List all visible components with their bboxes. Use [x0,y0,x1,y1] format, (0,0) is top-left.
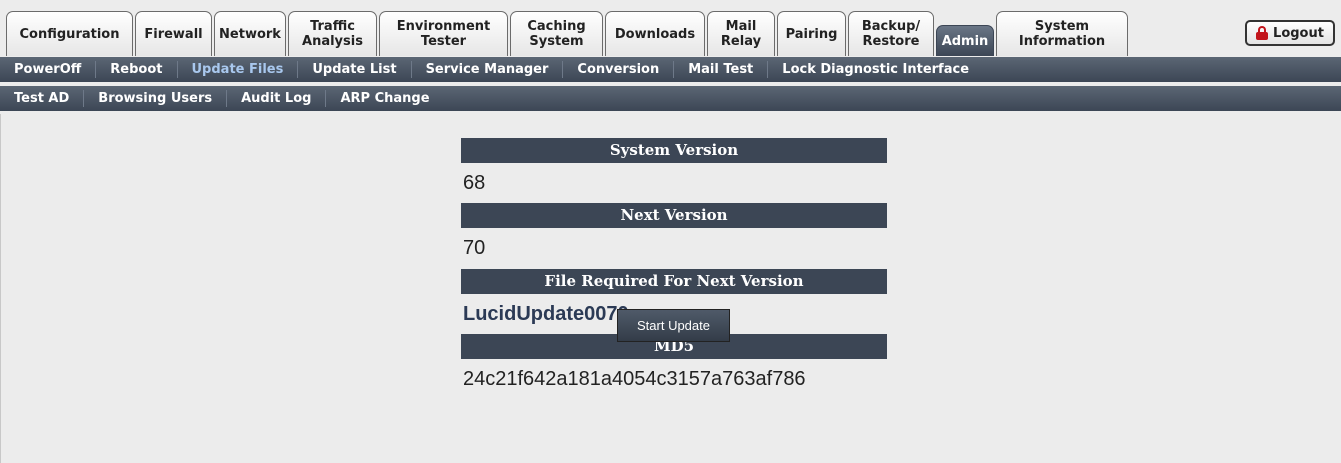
tab-configuration[interactable]: Configuration [6,11,133,56]
tab-environment-tester[interactable]: Environment Tester [379,11,508,56]
lock-icon [1256,26,1269,40]
next-version-value: 70 [463,237,486,259]
top-tab-bar: Configuration Firewall Network Traffic A… [0,0,1341,56]
tab-downloads[interactable]: Downloads [605,11,705,56]
tab-pairing[interactable]: Pairing [777,11,846,56]
submenu-conversion[interactable]: Conversion [563,61,675,78]
system-version-header: System Version [461,138,887,163]
submenu-reboot[interactable]: Reboot [96,61,178,78]
required-file-header: File Required For Next Version [461,269,887,294]
tab-firewall[interactable]: Firewall [135,11,212,56]
tab-mail-relay[interactable]: Mail Relay [707,11,775,56]
next-version-header: Next Version [461,203,887,228]
system-version-section: System Version 68 [461,138,887,203]
submenu-poweroff[interactable]: PowerOff [0,61,97,78]
system-version-value: 68 [463,172,486,194]
submenu-audit-log[interactable]: Audit Log [227,90,327,107]
submenu-browsing-users[interactable]: Browsing Users [84,90,228,107]
submenu-test-ad[interactable]: Test AD [0,90,85,107]
top-tabs: Configuration Firewall Network Traffic A… [6,11,1130,56]
logout-button[interactable]: Logout [1245,20,1335,46]
tab-traffic-analysis[interactable]: Traffic Analysis [288,11,377,56]
tab-caching-system[interactable]: Caching System [510,11,603,56]
update-files-panel: System Version 68 Next Version 70 File R… [0,114,1341,463]
submenu-row-1: PowerOff Reboot Update Files Update List… [0,57,1341,82]
next-version-section: Next Version 70 [461,203,887,268]
tab-backup-restore[interactable]: Backup/ Restore [848,11,934,56]
submenu-mail-test[interactable]: Mail Test [674,61,769,78]
md5-section: MD5 24c21f642a181a4054c3157a763af786 [461,334,887,399]
tab-system-information[interactable]: System Information [996,11,1128,56]
submenu-row-2: Test AD Browsing Users Audit Log ARP Cha… [0,86,1341,111]
tab-admin[interactable]: Admin [936,25,994,56]
md5-value: 24c21f642a181a4054c3157a763af786 [463,368,806,390]
logout-label: Logout [1273,25,1324,41]
submenu-arp-change[interactable]: ARP Change [326,90,443,107]
tab-network[interactable]: Network [214,11,286,56]
submenu-service-manager[interactable]: Service Manager [412,61,564,78]
submenu-lock-diagnostic-interface[interactable]: Lock Diagnostic Interface [768,61,983,78]
submenu-update-list[interactable]: Update List [298,61,412,78]
start-update-button[interactable]: Start Update [617,309,730,342]
submenu-update-files[interactable]: Update Files [178,61,299,78]
